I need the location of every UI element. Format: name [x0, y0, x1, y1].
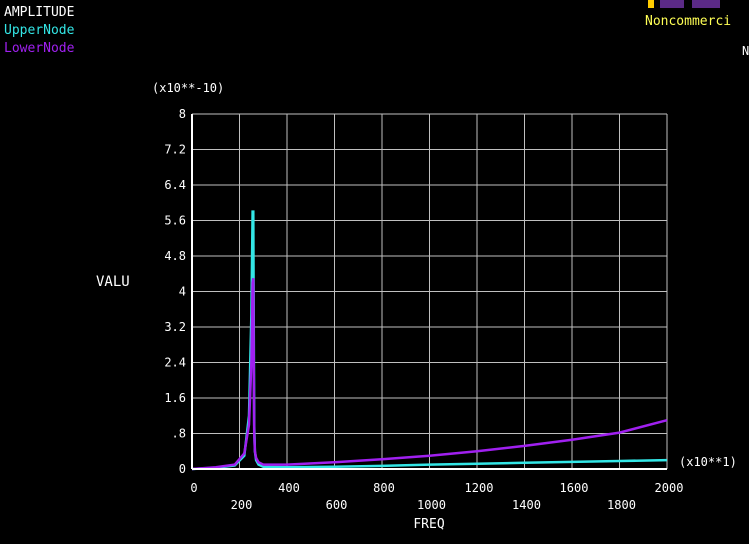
y-tick-label: .8: [172, 427, 186, 441]
x-tick-label: 0: [190, 481, 197, 495]
y-tick-label: 4.8: [164, 249, 186, 263]
y-tick-label: 8: [179, 107, 186, 121]
y-tick-label: 1.6: [164, 391, 186, 405]
y-axis-label: VALU: [96, 274, 130, 290]
x-multiplier-label: (x10**1): [679, 455, 737, 469]
x-tick-label: 1600: [560, 481, 589, 495]
y-tick-label: 7.2: [164, 143, 186, 157]
y-multiplier-label: (x10**-10): [152, 81, 224, 95]
x-tick-label: 1200: [465, 481, 494, 495]
grid: [192, 113, 668, 469]
x-tick-label: 800: [373, 481, 395, 495]
x-axis-label: FREQ: [413, 517, 444, 532]
x-tick-label: 1400: [512, 498, 541, 512]
y-tick-label: 3.2: [164, 320, 186, 334]
y-tick-label: 6.4: [164, 178, 186, 192]
x-tick-label: 200: [231, 498, 253, 512]
x-tick-label: 1000: [417, 498, 446, 512]
x-tick-label: 1800: [607, 498, 636, 512]
x-tick-label: 2000: [655, 481, 684, 495]
y-tick-label: 5.6: [164, 214, 186, 228]
x-tick-label: 600: [326, 498, 348, 512]
x-tick-label: 400: [278, 481, 300, 495]
y-tick-label: 0: [179, 462, 186, 476]
y-tick-label: 2.4: [164, 356, 186, 370]
chart-area: 0 .8 1.6 2.4 3.2 4 4.8 5.6 6.4 7.2 8 0 200 400 600 800 1…: [96, 81, 737, 532]
y-tick-label: 4: [179, 285, 186, 299]
